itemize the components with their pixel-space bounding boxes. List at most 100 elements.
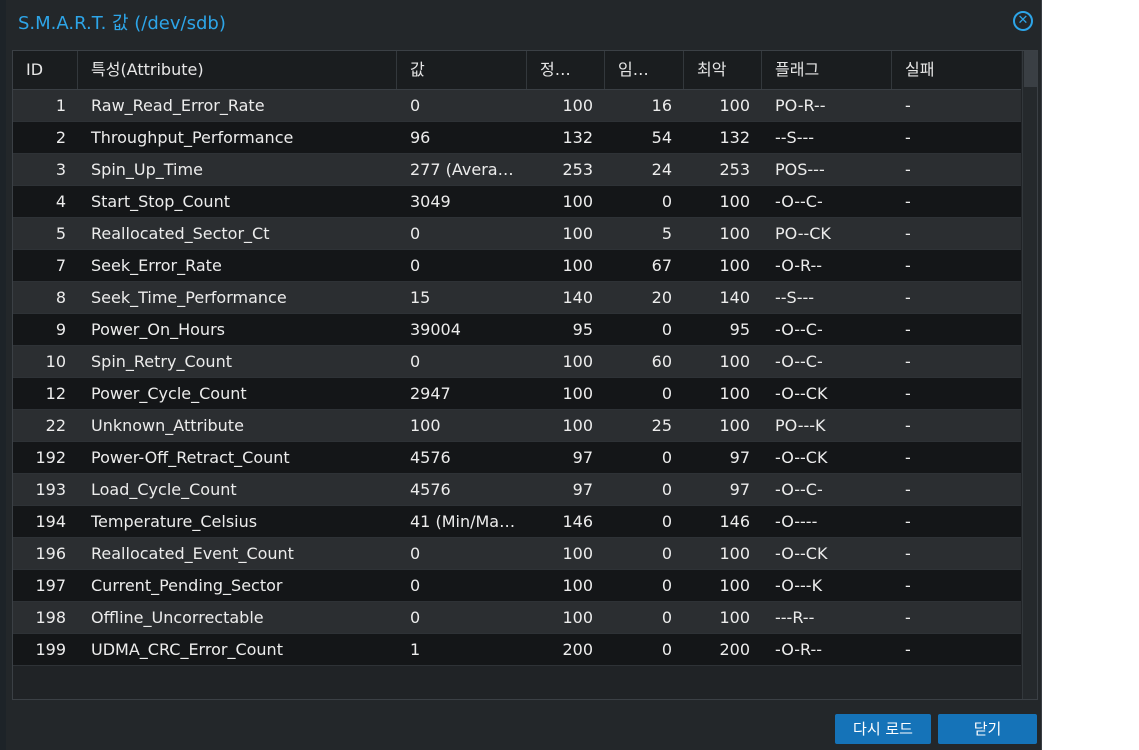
cell-flags: -O--CK xyxy=(775,544,828,563)
cell-threshold: 0 xyxy=(661,544,672,563)
cell-flags: -O-R-- xyxy=(775,256,823,275)
table-row[interactable]: 193 Load_Cycle_Count 4576 97 0 97 -O--C- - xyxy=(13,474,1021,506)
table-row[interactable]: 4 Start_Stop_Count 3049 100 0 100 -O--C- - xyxy=(13,186,1021,218)
cell-fail: - xyxy=(905,544,911,563)
smart-values-dialog: S.M.A.R.T. 값 (/dev/sdb) ✕ ID 특성(Attribut… xyxy=(6,0,1042,750)
table-row[interactable]: 196 Reallocated_Event_Count 0 100 0 100 -O--CK… xyxy=(13,538,1021,570)
cell-flags: -O--C- xyxy=(775,320,823,339)
cell-id: 12 xyxy=(45,384,66,403)
column-header-threshold[interactable]: 임… xyxy=(605,51,684,89)
table-row[interactable]: 2 Throughput_Performance 96 132 54 132 --S--- - xyxy=(13,122,1021,154)
cell-value: 100 xyxy=(410,416,441,435)
cell-threshold: 0 xyxy=(661,480,672,499)
cell-normalized: 100 xyxy=(562,608,593,627)
column-header-fail[interactable]: 실패 xyxy=(892,51,1021,89)
cell-threshold: 20 xyxy=(651,288,672,307)
cell-fail: - xyxy=(905,352,911,371)
cell-worst: 100 xyxy=(719,576,750,595)
table-row[interactable]: 194 Temperature_Celsius 41 (Min/Ma… 146 0 146… xyxy=(13,506,1021,538)
table-row[interactable]: 8 Seek_Time_Performance 15 140 20 140 --S--- - xyxy=(13,282,1021,314)
column-header-worst[interactable]: 최악 xyxy=(684,51,762,89)
cell-fail: - xyxy=(905,96,911,115)
cell-flags: --S--- xyxy=(775,288,815,307)
scrollbar-thumb[interactable] xyxy=(1024,51,1037,87)
cell-fail: - xyxy=(905,320,911,339)
cell-id: 199 xyxy=(35,640,66,659)
cell-threshold: 24 xyxy=(651,160,672,179)
table-row[interactable]: 198 Offline_Uncorrectable 0 100 0 100 ---R-- - xyxy=(13,602,1021,634)
column-header-id[interactable]: ID xyxy=(13,51,78,89)
cell-flags: PO--CK xyxy=(775,224,831,243)
cell-fail: - xyxy=(905,384,911,403)
cell-value: 41 (Min/Ma… xyxy=(410,512,516,531)
column-header-attribute[interactable]: 특성(Attribute) xyxy=(78,51,397,89)
cell-flags: -O---K xyxy=(775,576,823,595)
cell-attribute: Power-Off_Retract_Count xyxy=(91,448,290,467)
cell-threshold: 16 xyxy=(651,96,672,115)
cell-normalized: 100 xyxy=(562,256,593,275)
cell-value: 1 xyxy=(410,640,421,659)
table-row[interactable]: 5 Reallocated_Sector_Ct 0 100 5 100 PO--CK - xyxy=(13,218,1021,250)
smart-attributes-table: ID 특성(Attribute) 값 정… 임… 최악 플래그 실패 1 Raw_… xyxy=(12,50,1038,700)
reload-button[interactable]: 다시 로드 xyxy=(835,714,931,744)
cell-flags: -O-R-- xyxy=(775,640,823,659)
table-header: ID 특성(Attribute) 값 정… 임… 최악 플래그 실패 xyxy=(13,51,1021,90)
cell-worst: 100 xyxy=(719,608,750,627)
cell-id: 4 xyxy=(55,192,66,211)
cell-id: 3 xyxy=(55,160,66,179)
cell-normalized: 132 xyxy=(562,128,593,147)
cell-id: 9 xyxy=(55,320,66,339)
cell-flags: -O---- xyxy=(775,512,818,531)
cell-fail: - xyxy=(905,416,911,435)
table-row[interactable]: 192 Power-Off_Retract_Count 4576 97 0 97 -O--C… xyxy=(13,442,1021,474)
cell-attribute: Seek_Time_Performance xyxy=(91,288,287,307)
cell-attribute: Raw_Read_Error_Rate xyxy=(91,96,265,115)
cell-id: 2 xyxy=(55,128,66,147)
cell-worst: 100 xyxy=(719,96,750,115)
cell-value: 0 xyxy=(410,224,421,243)
table-row[interactable]: 9 Power_On_Hours 39004 95 0 95 -O--C- - xyxy=(13,314,1021,346)
cell-flags: -O--C- xyxy=(775,352,823,371)
cell-fail: - xyxy=(905,256,911,275)
table-row[interactable]: 7 Seek_Error_Rate 0 100 67 100 -O-R-- - xyxy=(13,250,1021,282)
cell-value: 0 xyxy=(410,544,421,563)
cell-fail: - xyxy=(905,288,911,307)
cell-threshold: 0 xyxy=(661,320,672,339)
cell-threshold: 0 xyxy=(661,448,672,467)
cell-flags: -O--CK xyxy=(775,384,828,403)
table-row[interactable]: 1 Raw_Read_Error_Rate 0 100 16 100 PO-R-- - xyxy=(13,90,1021,122)
cell-attribute: Spin_Up_Time xyxy=(91,160,203,179)
cell-attribute: Spin_Retry_Count xyxy=(91,352,232,371)
close-button[interactable]: 닫기 xyxy=(938,714,1037,744)
cell-threshold: 0 xyxy=(661,512,672,531)
table-row[interactable]: 22 Unknown_Attribute 100 100 25 100 PO---K - xyxy=(13,410,1021,442)
cell-normalized: 200 xyxy=(562,640,593,659)
column-header-flags[interactable]: 플래그 xyxy=(762,51,892,89)
cell-normalized: 100 xyxy=(562,576,593,595)
table-row[interactable]: 10 Spin_Retry_Count 0 100 60 100 -O--C- - xyxy=(13,346,1021,378)
table-row[interactable]: 199 UDMA_CRC_Error_Count 1 200 0 200 -O-R-- - xyxy=(13,634,1021,666)
cell-value: 277 (Avera… xyxy=(410,160,514,179)
cell-worst: 100 xyxy=(719,384,750,403)
cell-attribute: Throughput_Performance xyxy=(91,128,294,147)
cell-normalized: 100 xyxy=(562,384,593,403)
cell-normalized: 100 xyxy=(562,352,593,371)
cell-id: 10 xyxy=(45,352,66,371)
cell-worst: 97 xyxy=(729,480,750,499)
cell-fail: - xyxy=(905,480,911,499)
cell-worst: 100 xyxy=(719,192,750,211)
cell-threshold: 25 xyxy=(651,416,672,435)
table-row[interactable]: 197 Current_Pending_Sector 0 100 0 100 -O---K - xyxy=(13,570,1021,602)
column-header-value[interactable]: 값 xyxy=(397,51,527,89)
cell-flags: ---R-- xyxy=(775,608,815,627)
cell-threshold: 5 xyxy=(661,224,672,243)
column-header-normalized[interactable]: 정… xyxy=(527,51,605,89)
cell-value: 15 xyxy=(410,288,431,307)
table-row[interactable]: 12 Power_Cycle_Count 2947 100 0 100 -O--CK - xyxy=(13,378,1021,410)
cell-worst: 253 xyxy=(719,160,750,179)
table-scrollbar[interactable] xyxy=(1022,51,1037,699)
cell-worst: 100 xyxy=(719,544,750,563)
close-icon[interactable]: ✕ xyxy=(1013,11,1033,31)
table-row[interactable]: 3 Spin_Up_Time 277 (Avera… 253 24 253 POS--- - xyxy=(13,154,1021,186)
cell-flags: POS--- xyxy=(775,160,825,179)
